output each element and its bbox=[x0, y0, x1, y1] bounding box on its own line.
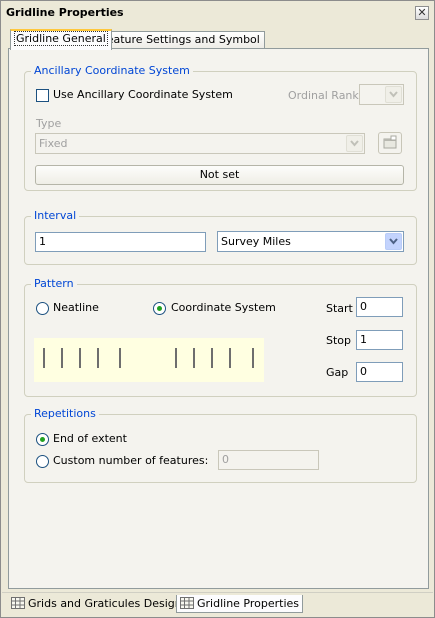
tab-strip: Gridline General Feature Settings and Sy… bbox=[8, 29, 428, 50]
start-label: Start bbox=[326, 302, 353, 315]
pattern-dash bbox=[97, 348, 99, 368]
tab-gridline-general[interactable]: Gridline General bbox=[10, 29, 112, 50]
custom-number-input[interactable]: 0 bbox=[218, 450, 319, 470]
pattern-dash bbox=[43, 348, 45, 368]
window-title: Gridline Properties bbox=[6, 6, 124, 19]
interval-group-legend: Interval bbox=[31, 209, 80, 223]
type-label: Type bbox=[36, 117, 62, 130]
not-set-button[interactable]: Not set bbox=[35, 165, 404, 185]
pattern-dash bbox=[61, 348, 63, 368]
pattern-dash bbox=[229, 348, 231, 368]
end-of-extent-label: End of extent bbox=[53, 432, 127, 445]
gridline-general-panel: Ancillary Coordinate System Use Ancillar… bbox=[8, 48, 429, 589]
coordinate-system-radio[interactable] bbox=[153, 302, 166, 315]
title-bar: Gridline Properties ✕ bbox=[2, 2, 433, 24]
pattern-group-legend: Pattern bbox=[31, 277, 77, 291]
tab-feature-settings-label: Feature Settings and Symbol bbox=[101, 33, 260, 46]
chevron-down-icon[interactable] bbox=[346, 135, 363, 152]
pattern-preview bbox=[34, 338, 264, 382]
coordinate-system-label: Coordinate System bbox=[171, 301, 276, 314]
properties-icon[interactable] bbox=[378, 132, 402, 154]
stop-input[interactable]: 1 bbox=[356, 330, 403, 350]
ancillary-group-legend: Ancillary Coordinate System bbox=[31, 64, 193, 78]
ordinal-rank-select[interactable] bbox=[359, 84, 404, 105]
pattern-dash bbox=[193, 348, 195, 368]
stop-label: Stop bbox=[326, 334, 352, 347]
gridline-properties-icon bbox=[180, 597, 194, 609]
close-icon[interactable]: ✕ bbox=[415, 6, 429, 20]
interval-units-value: Survey Miles bbox=[221, 235, 291, 248]
bottom-tab-label: Grids and Graticules Designer bbox=[28, 597, 193, 610]
pattern-dash bbox=[252, 348, 254, 368]
grid-designer-icon bbox=[11, 597, 25, 609]
pattern-dash bbox=[119, 348, 121, 368]
interval-value-input[interactable]: 1 bbox=[35, 232, 206, 252]
tab-grids-and-graticules-designer[interactable]: Grids and Graticules Designer bbox=[8, 595, 196, 613]
neatline-label: Neatline bbox=[53, 301, 99, 314]
tab-gridline-properties[interactable]: Gridline Properties bbox=[176, 595, 304, 613]
interval-units-select[interactable]: Survey Miles bbox=[217, 231, 404, 252]
tab-feature-settings-and-symbol[interactable]: Feature Settings and Symbol bbox=[96, 31, 265, 49]
gap-label: Gap bbox=[326, 366, 349, 379]
end-of-extent-radio[interactable] bbox=[36, 433, 49, 446]
bottom-tab-label: Gridline Properties bbox=[197, 597, 300, 610]
bottom-tab-bar: Grids and Graticules Designer Gridline P… bbox=[2, 592, 433, 616]
neatline-radio[interactable] bbox=[36, 302, 49, 315]
pattern-dash bbox=[79, 348, 81, 368]
type-select[interactable]: Fixed bbox=[35, 133, 365, 154]
pattern-dash bbox=[211, 348, 213, 368]
use-ancillary-checkbox[interactable] bbox=[36, 89, 49, 102]
use-ancillary-label: Use Ancillary Coordinate System bbox=[53, 88, 233, 101]
custom-number-label: Custom number of features: bbox=[53, 454, 209, 467]
start-input[interactable]: 0 bbox=[356, 297, 403, 317]
repetitions-group-legend: Repetitions bbox=[31, 407, 99, 421]
ordinal-rank-label: Ordinal Rank: bbox=[288, 89, 363, 102]
pattern-dash bbox=[175, 348, 177, 368]
chevron-down-icon[interactable] bbox=[385, 233, 402, 250]
tab-gridline-general-label: Gridline General bbox=[14, 31, 108, 46]
gridline-properties-window: Gridline Properties ✕ Gridline General F… bbox=[0, 0, 435, 618]
custom-number-radio[interactable] bbox=[36, 455, 49, 468]
chevron-down-icon[interactable] bbox=[385, 86, 402, 103]
type-value: Fixed bbox=[39, 137, 68, 150]
repetitions-group: Repetitions bbox=[24, 407, 417, 483]
gap-input[interactable]: 0 bbox=[356, 362, 403, 382]
